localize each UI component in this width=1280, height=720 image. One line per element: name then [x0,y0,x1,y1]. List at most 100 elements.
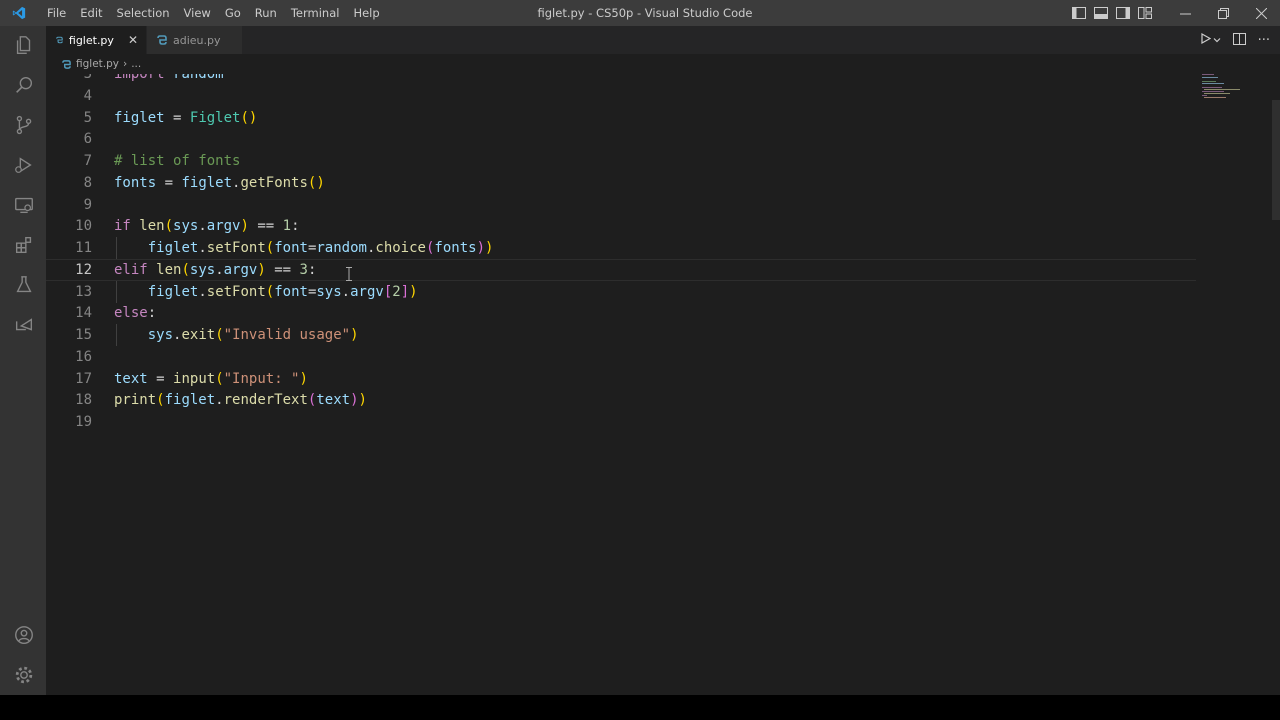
breadcrumb-file[interactable]: figlet.py [76,58,119,70]
tab-label: figlet.py [68,33,114,47]
remote-explorer-icon[interactable] [13,194,35,216]
code-text: figlet.setFont(font=sys.argv[2]) [147,283,418,300]
python-file-icon [62,59,71,69]
minimize-button[interactable] [1166,0,1204,26]
code-line[interactable]: 6 [46,128,1196,150]
toggle-panel-icon[interactable] [1094,7,1108,19]
live-share-icon[interactable] [13,314,35,336]
code-editor[interactable]: 3 import random 4 5 figlet = Figlet() 6 7 # lis… [46,74,1196,695]
menu-go[interactable]: Go [218,0,248,26]
extensions-icon[interactable] [13,234,35,256]
line-number: 18 [75,392,92,409]
activity-bar [0,26,46,695]
code-line[interactable]: 4 [46,85,1196,107]
breadcrumb-symbols[interactable]: ... [131,58,141,70]
restore-icon [1217,7,1229,19]
code-text: elif len(sys.argv) == 3: [114,261,317,278]
manage-gear-icon[interactable] [13,664,35,686]
close-window-button[interactable] [1242,0,1280,26]
code-line[interactable]: 12 elif len(sys.argv) == 3: [46,258,1196,281]
menu-bar: File Edit Selection View Go Run Terminal… [40,0,387,26]
title-bar: File Edit Selection View Go Run Terminal… [0,0,1280,26]
python-file-icon [157,35,167,45]
close-tab-icon[interactable]: ✕ [128,33,138,47]
close-icon [1255,7,1267,19]
vscode-window: File Edit Selection View Go Run Terminal… [0,0,1280,695]
python-file-icon [56,36,63,44]
line-number: 17 [75,370,92,387]
menu-terminal[interactable]: Terminal [284,0,347,26]
letterbox-bar [0,695,1280,720]
code-text: text = input("Input: ") [114,370,308,387]
code-line[interactable]: 7 # list of fonts [46,150,1196,172]
code-text: else: [114,305,157,322]
line-number: 6 [83,131,92,148]
restore-button[interactable] [1204,0,1242,26]
code-line[interactable]: 5 figlet = Figlet() [46,107,1196,129]
line-number: 11 [75,240,92,256]
accounts-icon[interactable] [13,624,35,646]
code-line[interactable]: 8 fonts = figlet.getFonts() [46,172,1196,194]
line-number: 19 [75,414,92,430]
minimize-icon [1179,13,1191,14]
menu-selection[interactable]: Selection [110,0,177,26]
code-line[interactable]: 14 else: [46,302,1196,324]
line-number: 7 [83,153,92,169]
chevron-right-icon: › [123,58,128,70]
code-line[interactable]: 9 [46,194,1196,216]
editor-actions: ··· [1194,26,1280,54]
menu-help[interactable]: Help [346,0,386,26]
line-number: 13 [75,283,92,300]
code-line[interactable]: 15 sys.exit("Invalid usage") [46,324,1196,346]
testing-icon[interactable] [13,274,35,296]
code-line[interactable]: 10 if len(sys.argv) == 1: [46,215,1196,237]
code-text: figlet = Figlet() [114,109,258,126]
code-line[interactable]: 18 print(figlet.renderText(text)) [46,389,1196,411]
tab-label: adieu.py [173,33,221,47]
run-python-file-icon[interactable] [1200,32,1211,47]
vscode-logo-icon [12,6,26,20]
line-number: 5 [83,109,92,126]
editor-tabs: figlet.py ✕ adieu.py ··· [46,26,1280,54]
code-line[interactable]: 3 import random [46,74,1196,85]
code-line[interactable]: 11 figlet.setFont(font=random.choice(fon… [46,237,1196,259]
code-text: sys.exit("Invalid usage") [147,327,359,343]
menu-view[interactable]: View [177,0,218,26]
source-control-icon[interactable] [13,114,35,136]
title-bar-controls [1068,0,1280,26]
line-number: 9 [83,196,92,213]
code-text: # list of fonts [114,153,241,169]
code-text: figlet.setFont(font=random.choice(fonts)… [147,240,494,256]
line-number: 3 [83,74,92,82]
code-line[interactable]: 13 figlet.setFont(font=sys.argv[2]) [46,280,1196,303]
more-actions-icon[interactable]: ··· [1258,33,1270,48]
line-number: 10 [75,218,92,235]
line-number: 4 [83,87,92,104]
tab-figlet-py[interactable]: figlet.py ✕ [46,26,147,54]
search-icon[interactable] [13,74,35,96]
toggle-secondary-sidebar-icon[interactable] [1116,7,1130,19]
toggle-primary-sidebar-icon[interactable] [1072,7,1086,19]
run-debug-icon[interactable] [13,154,35,176]
code-line[interactable]: 19 [46,411,1196,433]
line-number: 8 [83,174,92,191]
line-number: 12 [75,261,92,278]
scrollbar-thumb[interactable] [1272,100,1280,220]
tab-adieu-py[interactable]: adieu.py [147,26,243,54]
split-editor-icon[interactable] [1232,32,1246,48]
menu-edit[interactable]: Edit [73,0,109,26]
code-text: fonts = figlet.getFonts() [114,174,325,191]
menu-run[interactable]: Run [248,0,284,26]
customize-layout-icon[interactable] [1138,7,1152,19]
code-line[interactable]: 16 [46,346,1196,368]
minimap[interactable] [1196,74,1270,695]
line-number: 15 [75,327,92,343]
chevron-down-icon[interactable] [1213,34,1221,47]
breadcrumb: figlet.py › ... [46,54,1196,74]
explorer-icon[interactable] [13,34,35,56]
code-line[interactable]: 17 text = input("Input: ") [46,368,1196,390]
code-text: import random [114,74,224,82]
menu-file[interactable]: File [40,0,73,26]
code-text: if len(sys.argv) == 1: [114,218,300,235]
text-cursor-icon [346,267,352,281]
